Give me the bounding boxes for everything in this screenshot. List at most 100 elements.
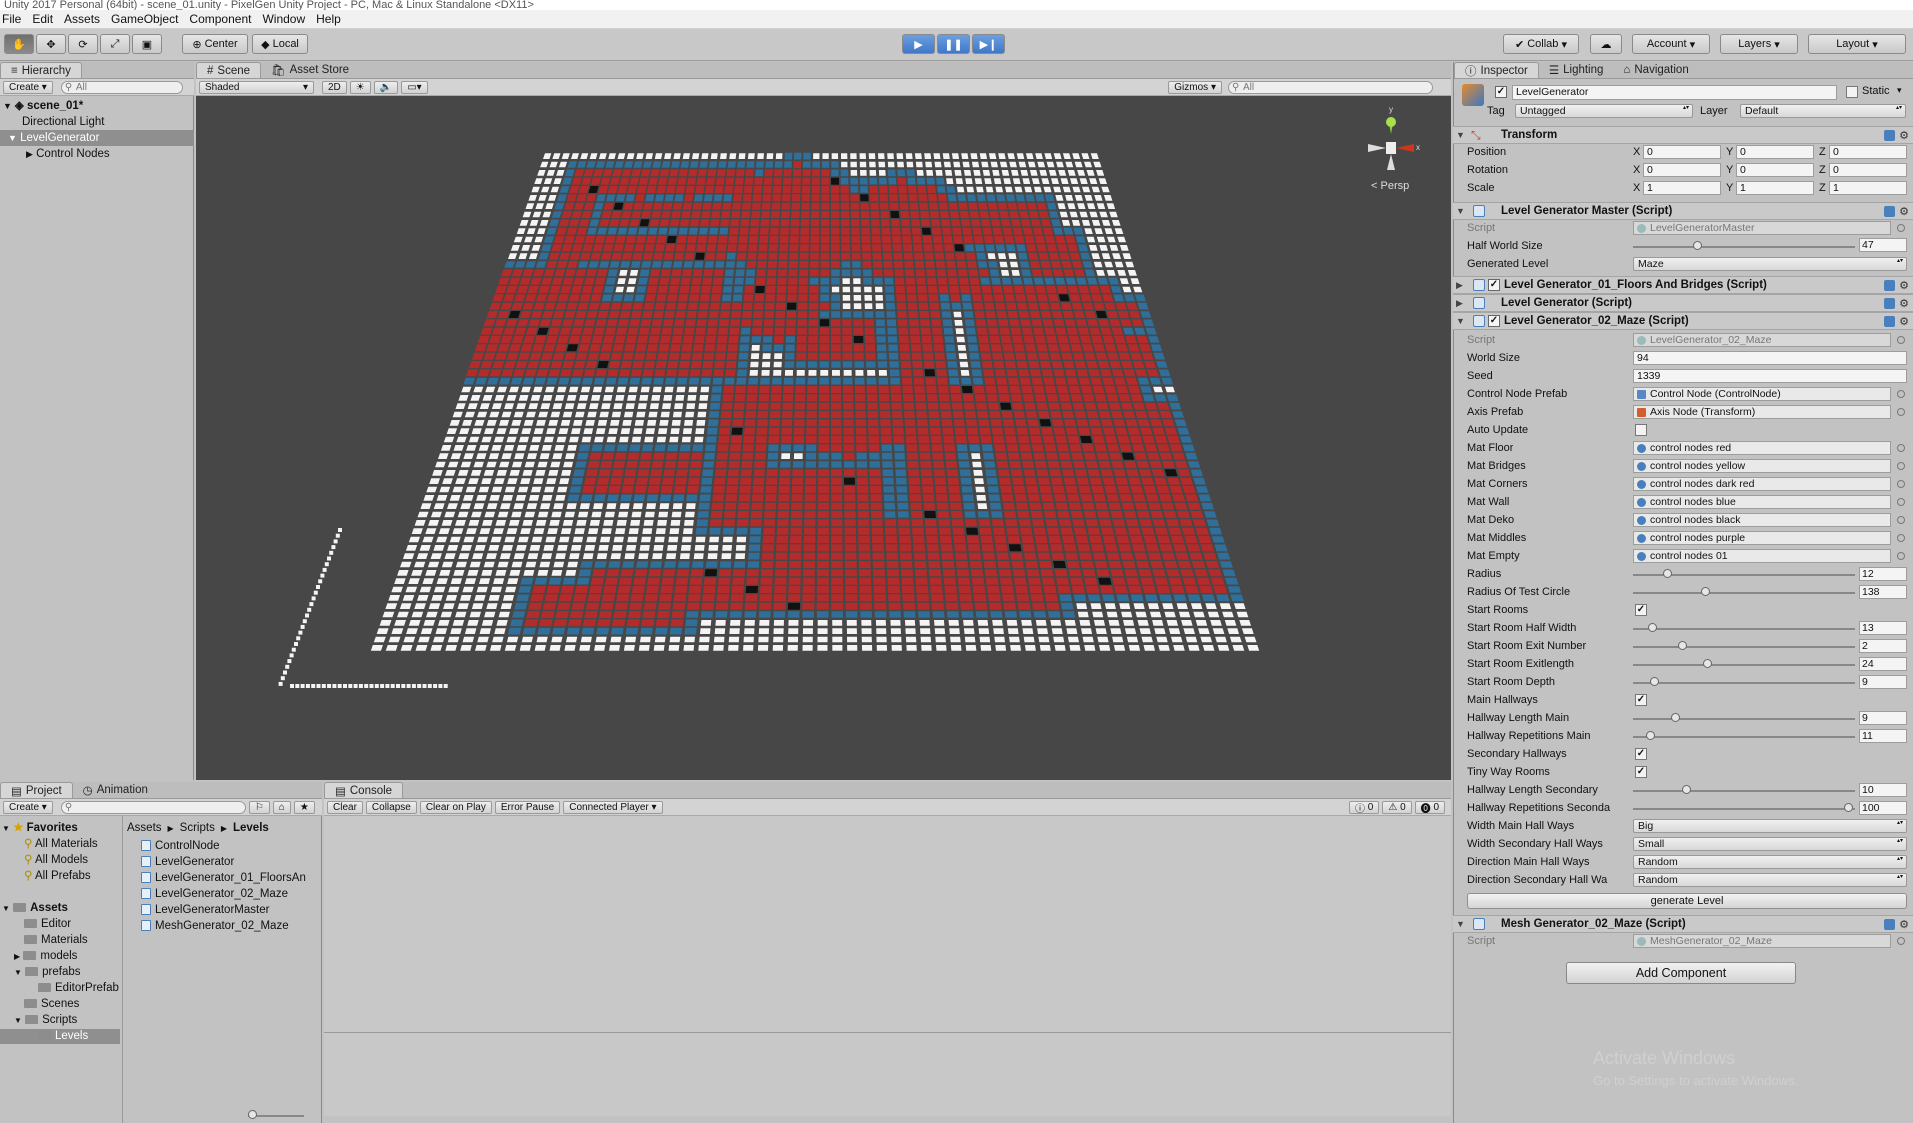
script-file[interactable]: LevelGeneratorMaster xyxy=(141,903,321,918)
setting-value[interactable]: 9 xyxy=(1859,711,1907,725)
setting-value[interactable]: 2 xyxy=(1859,639,1907,653)
script-file[interactable]: LevelGenerator xyxy=(141,855,321,870)
menu-assets[interactable]: Assets xyxy=(62,12,109,26)
object-name-field[interactable]: LevelGenerator xyxy=(1512,85,1837,100)
scene-orientation-gizmo[interactable]: y x < Persp xyxy=(1356,105,1436,198)
hierarchy-item-levelgenerator[interactable]: ▼ LevelGenerator xyxy=(0,130,194,146)
setting-checkbox[interactable]: ✓ xyxy=(1635,604,1647,616)
transform-scale-x-field[interactable]: 1 xyxy=(1643,181,1721,195)
setting-slider[interactable] xyxy=(1633,677,1855,686)
console-clear-button[interactable]: Clear xyxy=(327,800,363,814)
menu-help[interactable]: Help xyxy=(314,12,350,26)
warning-count-toggle[interactable]: ⚠ 0 xyxy=(1382,800,1412,814)
setting-value[interactable]: 13 xyxy=(1859,621,1907,635)
asset-folder[interactable]: Levels xyxy=(0,1029,120,1044)
master-script-field[interactable]: LevelGeneratorMaster xyxy=(1633,221,1891,235)
layer-dropdown[interactable]: Default xyxy=(1740,104,1906,118)
breadcrumb-assets[interactable]: Assets xyxy=(127,822,162,836)
setting-value[interactable]: 11 xyxy=(1859,729,1907,743)
tab-animation[interactable]: ◷ Animation xyxy=(73,782,158,798)
collab-button[interactable]: ✔ Collab ▾ xyxy=(1503,34,1579,54)
transform-position-z-field[interactable]: 0 xyxy=(1829,145,1907,159)
setting-slider[interactable] xyxy=(1633,569,1855,578)
tab-project[interactable]: ▤ Project xyxy=(0,782,73,798)
object-picker-icon[interactable] xyxy=(1897,408,1905,416)
gear-icon[interactable]: ⚙ xyxy=(1899,297,1909,310)
setting-slider[interactable] xyxy=(1633,731,1855,740)
step-button[interactable]: ▶❙ xyxy=(972,34,1005,54)
lighting-toggle[interactable]: ☀ xyxy=(349,80,371,94)
mesh-component-header[interactable]: ▼ Mesh Generator_02_Maze (Script) ⚙ xyxy=(1453,915,1913,933)
connected-player-dropdown[interactable]: Connected Player ▾ xyxy=(563,800,663,814)
menu-window[interactable]: Window xyxy=(260,12,314,26)
half-world-size-slider[interactable] xyxy=(1633,241,1855,250)
setting-value[interactable]: 12 xyxy=(1859,567,1907,581)
setting-slider[interactable] xyxy=(1633,587,1855,596)
favorites-folder[interactable]: ▼ ★ Favorites xyxy=(2,821,78,836)
mat-field[interactable]: control nodes purple xyxy=(1633,531,1891,545)
mat-field[interactable]: control nodes yellow xyxy=(1633,459,1891,473)
generate-level-button[interactable]: generate Level xyxy=(1467,893,1907,909)
icon-size-slider[interactable] xyxy=(248,1110,304,1119)
favorite-item[interactable]: ⚲ All Prefabs xyxy=(24,869,91,884)
transform-rotation-z-field[interactable]: 0 xyxy=(1829,163,1907,177)
help-book-icon[interactable] xyxy=(1884,316,1895,327)
gear-icon[interactable]: ⚙ xyxy=(1899,129,1909,142)
scale-tool-button[interactable]: ⤢ xyxy=(100,34,130,54)
component-enabled-checkbox[interactable]: ✓ xyxy=(1488,279,1500,291)
console-error-pause-button[interactable]: Error Pause xyxy=(494,800,561,814)
tab-console[interactable]: ▤ Console xyxy=(324,782,404,798)
control-node-prefab-field[interactable]: Control Node (ControlNode) xyxy=(1633,387,1891,401)
auto-update-checkbox[interactable] xyxy=(1635,424,1647,436)
console-clear-on-play-button[interactable]: Clear on Play xyxy=(419,800,492,814)
setting-slider[interactable] xyxy=(1633,659,1855,668)
slider-knob[interactable] xyxy=(1646,731,1655,740)
favorite-item[interactable]: ⚲ All Models xyxy=(24,853,88,868)
favorite-item[interactable]: ⚲ All Materials xyxy=(24,837,98,852)
slider-knob[interactable] xyxy=(1682,785,1691,794)
account-dropdown[interactable]: Account ▾ xyxy=(1632,34,1710,54)
effects-dropdown[interactable]: ▭ ▾ xyxy=(401,80,428,94)
tab-navigation[interactable]: ⌂ Navigation xyxy=(1613,62,1698,78)
menu-gameobject[interactable]: GameObject xyxy=(109,12,187,26)
object-picker-icon[interactable] xyxy=(1897,390,1905,398)
transform-position-x-field[interactable]: 0 xyxy=(1643,145,1721,159)
audio-toggle[interactable]: 🔈 xyxy=(373,80,399,94)
help-book-icon[interactable] xyxy=(1884,130,1895,141)
play-button[interactable]: ▶ xyxy=(902,34,935,54)
hallway-setting-dropdown[interactable]: Big xyxy=(1633,819,1907,833)
asset-folder[interactable]: Materials xyxy=(24,933,88,948)
layout-dropdown[interactable]: Layout ▾ xyxy=(1808,34,1906,54)
slider-knob[interactable] xyxy=(1663,569,1672,578)
transform-scale-y-field[interactable]: 1 xyxy=(1736,181,1814,195)
setting-value[interactable]: 10 xyxy=(1859,783,1907,797)
2d-toggle[interactable]: 2D xyxy=(322,80,347,94)
active-checkbox[interactable]: ✓ xyxy=(1495,86,1507,98)
help-book-icon[interactable] xyxy=(1884,280,1895,291)
hand-tool-button[interactable]: ✋ xyxy=(4,34,34,54)
slider-knob[interactable] xyxy=(1844,803,1853,812)
gear-icon[interactable]: ⚙ xyxy=(1899,205,1909,218)
object-picker-icon[interactable] xyxy=(1897,937,1905,945)
project-create-button[interactable]: Create ▾ xyxy=(3,800,53,814)
slider-knob[interactable] xyxy=(1678,641,1687,650)
hallway-setting-dropdown[interactable]: Small xyxy=(1633,837,1907,851)
gear-icon[interactable]: ⚙ xyxy=(1899,315,1909,328)
transform-scale-z-field[interactable]: 1 xyxy=(1829,181,1907,195)
script-file[interactable]: LevelGenerator_01_FloorsAn xyxy=(141,871,321,886)
gizmos-dropdown[interactable]: Gizmos ▾ xyxy=(1168,80,1222,94)
help-book-icon[interactable] xyxy=(1884,206,1895,217)
pivot-center-button[interactable]: ⊕ Center xyxy=(182,34,248,54)
master-component-header[interactable]: ▼ Level Generator Master (Script) ⚙ xyxy=(1453,202,1913,220)
object-picker-icon[interactable] xyxy=(1897,444,1905,452)
script-file[interactable]: MeshGenerator_02_Maze xyxy=(141,919,321,934)
tab-lighting[interactable]: ☰ Lighting xyxy=(1539,62,1614,78)
setting-slider[interactable] xyxy=(1633,803,1855,812)
object-picker-icon[interactable] xyxy=(1897,534,1905,542)
console-splitter[interactable] xyxy=(324,1032,1451,1033)
mat-field[interactable]: control nodes blue xyxy=(1633,495,1891,509)
seed-field[interactable]: 1339 xyxy=(1633,369,1907,383)
tab-asset-store[interactable]: 🛍 Asset Store xyxy=(261,62,359,78)
hallway-setting-dropdown[interactable]: Random xyxy=(1633,855,1907,869)
shading-mode-dropdown[interactable]: Shaded ▾ xyxy=(199,80,314,94)
